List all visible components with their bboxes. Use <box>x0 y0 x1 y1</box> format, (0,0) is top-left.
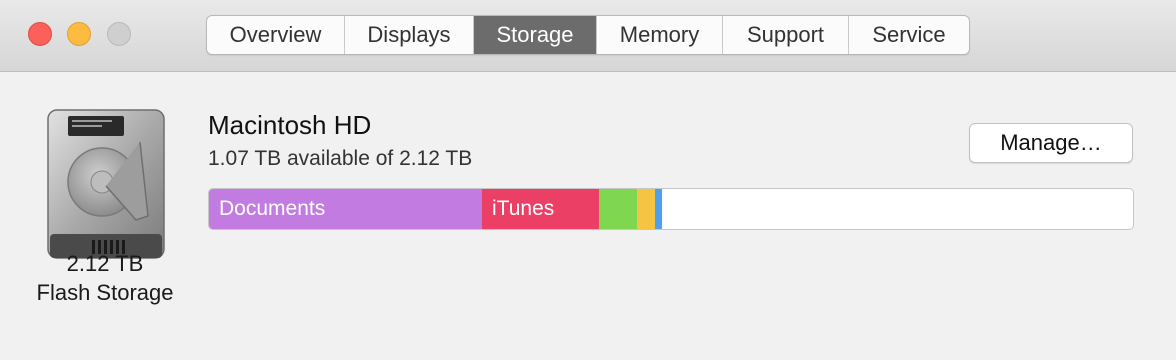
usage-segment <box>655 189 662 229</box>
title-bar: Overview Displays Storage Memory Support… <box>0 0 1176 72</box>
usage-segment-label: iTunes <box>492 197 555 220</box>
tab-overview[interactable]: Overview <box>207 16 345 54</box>
storage-panel: 2.12 TB Flash Storage Macintosh HD 1.07 … <box>0 72 1176 360</box>
tab-support[interactable]: Support <box>723 16 849 54</box>
hard-drive-icon <box>47 109 165 259</box>
usage-segment-label: Documents <box>219 197 326 220</box>
tab-storage[interactable]: Storage <box>474 16 597 54</box>
usage-segment <box>599 189 637 229</box>
zoom-window-button[interactable] <box>107 22 131 46</box>
minimize-window-button[interactable] <box>67 22 91 46</box>
drive-type: Flash Storage <box>36 280 174 305</box>
tab-memory[interactable]: Memory <box>597 16 723 54</box>
usage-segment <box>637 189 655 229</box>
storage-usage-bar: Documents iTunes <box>208 188 1134 230</box>
drive-caption: 2.12 TB Flash Storage <box>20 249 190 307</box>
drive-size: 2.12 TB <box>66 251 144 276</box>
manage-button[interactable]: Manage… <box>969 123 1133 163</box>
disk-name: Macintosh HD <box>208 110 372 140</box>
system-information-window: Overview Displays Storage Memory Support… <box>0 0 1176 360</box>
close-window-button[interactable] <box>28 22 52 46</box>
disk-available-text: 1.07 TB available of 2.12 TB <box>208 147 473 170</box>
usage-segment: Documents <box>209 189 482 229</box>
tab-bar: Overview Displays Storage Memory Support… <box>206 15 970 55</box>
tab-displays[interactable]: Displays <box>345 16 474 54</box>
tab-service[interactable]: Service <box>849 16 969 54</box>
usage-segment: iTunes <box>482 189 599 229</box>
